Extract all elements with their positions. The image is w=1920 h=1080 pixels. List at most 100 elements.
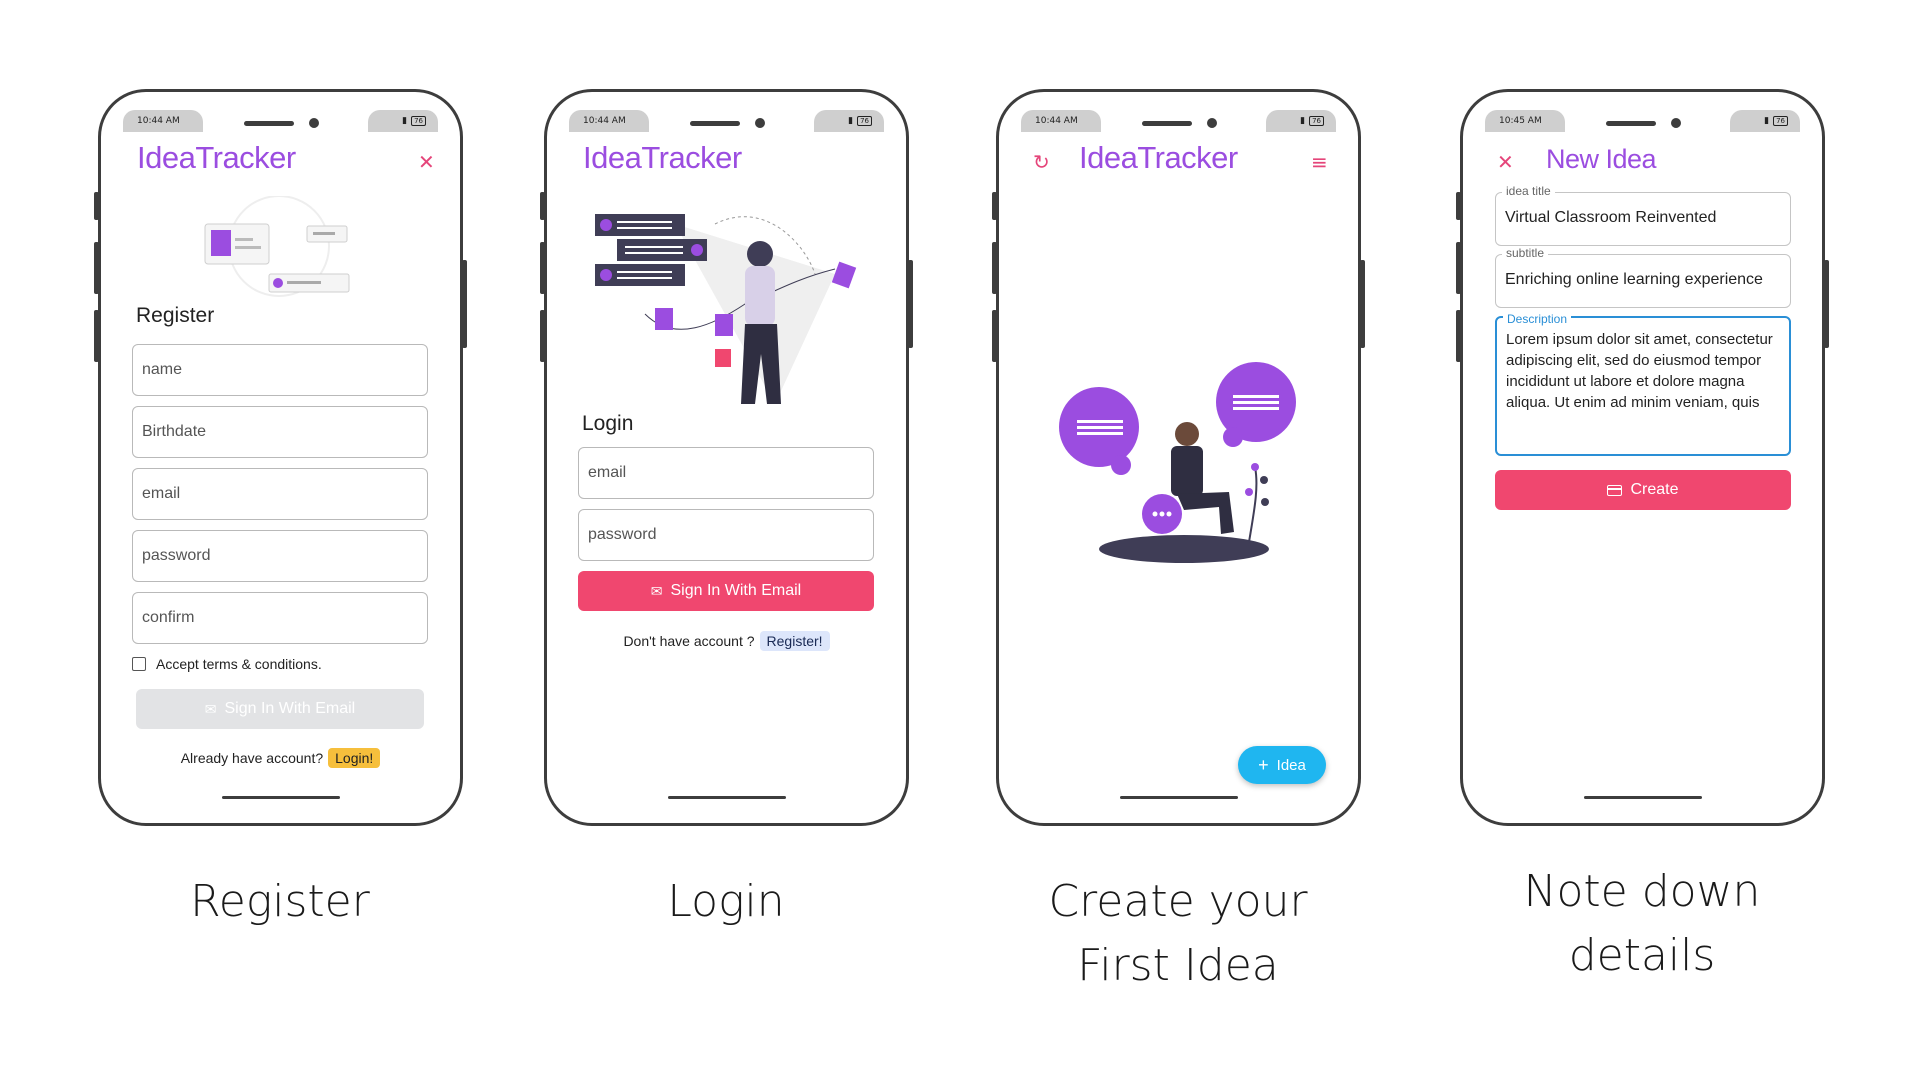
phone-login: 10:44 AM ▮ 76 IdeaTracker Login email pa… xyxy=(540,89,913,826)
card-icon xyxy=(1607,484,1623,496)
camera xyxy=(1670,118,1681,128)
signal-icon: ▮ xyxy=(1300,116,1306,126)
close-icon[interactable]: ✕ xyxy=(418,152,435,172)
description-value: Lorem ipsum dolor sit amet, consectetur … xyxy=(1506,331,1773,411)
subtitle-legend: subtitle xyxy=(1502,246,1549,260)
battery-icon: 76 xyxy=(411,116,426,126)
side-button xyxy=(462,260,467,348)
caption-create: Create your First Idea xyxy=(978,870,1378,998)
name-input[interactable]: name xyxy=(132,344,428,396)
confirm-input[interactable]: confirm xyxy=(132,592,428,644)
side-button xyxy=(992,192,997,220)
signal-icon: ▮ xyxy=(402,116,408,126)
sign-in-label: Sign In With Email xyxy=(224,700,356,717)
login-prompt: Already have account? Login! xyxy=(101,748,460,768)
home-indicator xyxy=(667,796,786,799)
status-time: 10:44 AM xyxy=(1021,110,1101,132)
speaker xyxy=(1605,121,1656,126)
app-title: IdeaTracker xyxy=(137,140,296,175)
sign-in-email-button-disabled[interactable]: ✉ Sign In With Email xyxy=(136,689,424,729)
close-icon[interactable]: ✕ xyxy=(1497,152,1514,172)
register-link[interactable]: Register! xyxy=(759,631,830,651)
password-input[interactable]: password xyxy=(578,509,874,561)
side-button xyxy=(908,260,913,348)
speaker xyxy=(243,121,294,126)
sign-in-email-button[interactable]: ✉ Sign In With Email xyxy=(578,571,874,611)
home-indicator xyxy=(221,796,340,799)
signal-icon: ▮ xyxy=(848,116,854,126)
create-button[interactable]: Create xyxy=(1495,470,1791,510)
mail-icon: ✉ xyxy=(204,700,217,717)
home-indicator xyxy=(1119,796,1238,799)
side-button xyxy=(540,310,545,362)
camera xyxy=(1206,118,1217,128)
caption-create-line2: First Idea xyxy=(1077,940,1279,991)
plus-icon: + xyxy=(1258,754,1269,775)
sign-in-label: Sign In With Email xyxy=(670,582,802,599)
status-icons: ▮ 76 xyxy=(1730,110,1800,132)
idea-title-value: Virtual Classroom Reinvented xyxy=(1505,209,1717,226)
login-heading: Login xyxy=(582,412,634,435)
refresh-icon[interactable]: ↻ xyxy=(1033,152,1050,172)
subtitle-value: Enriching online learning experience xyxy=(1505,271,1763,288)
side-button xyxy=(94,242,99,294)
have-account-text: Already have account? xyxy=(180,750,324,766)
email-input[interactable]: email xyxy=(578,447,874,499)
side-button xyxy=(1456,310,1461,362)
caption-create-line1: Create your xyxy=(1048,876,1308,927)
battery-icon: 76 xyxy=(857,116,872,126)
app-title: IdeaTracker xyxy=(1079,140,1238,175)
phone-home: 10:44 AM ▮ 76 ↻ IdeaTracker ≡ + Idea xyxy=(992,89,1365,826)
idea-title-legend: idea title xyxy=(1502,184,1555,198)
add-idea-fab[interactable]: + Idea xyxy=(1238,746,1326,784)
page-title: New Idea xyxy=(1546,144,1657,174)
fab-label: Idea xyxy=(1276,756,1306,774)
terms-checkbox[interactable] xyxy=(132,657,146,671)
side-button xyxy=(1456,192,1461,220)
birthdate-input[interactable]: Birthdate xyxy=(132,406,428,458)
side-button xyxy=(540,242,545,294)
status-time: 10:44 AM xyxy=(123,110,203,132)
battery-icon: 76 xyxy=(1773,116,1788,126)
side-button xyxy=(540,192,545,220)
idea-title-field[interactable]: idea title Virtual Classroom Reinvented xyxy=(1495,184,1791,246)
status-icons: ▮ 76 xyxy=(814,110,884,132)
password-input[interactable]: password xyxy=(132,530,428,582)
description-field[interactable]: Description Lorem ipsum dolor sit amet, … xyxy=(1495,309,1791,456)
terms-row: Accept terms & conditions. xyxy=(132,656,322,672)
signal-icon: ▮ xyxy=(1764,116,1770,126)
create-label: Create xyxy=(1630,481,1679,498)
empty-state-illustration xyxy=(1059,362,1296,563)
description-legend: Description xyxy=(1503,309,1572,330)
login-link[interactable]: Login! xyxy=(328,748,381,768)
app-title: IdeaTracker xyxy=(583,140,742,175)
email-input[interactable]: email xyxy=(132,468,428,520)
caption-login: Login xyxy=(667,876,785,927)
camera xyxy=(754,118,765,128)
register-illustration xyxy=(204,196,350,297)
battery-icon: 76 xyxy=(1309,116,1324,126)
caption-details-line1: Note down xyxy=(1523,866,1761,917)
no-account-text: Don't have account ? xyxy=(623,633,755,649)
speaker xyxy=(689,121,740,126)
terms-label: Accept terms & conditions. xyxy=(156,656,322,672)
status-icons: ▮ 76 xyxy=(1266,110,1336,132)
register-prompt: Don't have account ? Register! xyxy=(547,631,906,651)
camera xyxy=(308,118,319,128)
side-button xyxy=(992,310,997,362)
menu-icon[interactable]: ≡ xyxy=(1311,152,1328,172)
status-time: 10:44 AM xyxy=(569,110,649,132)
side-button xyxy=(1824,260,1829,348)
side-button xyxy=(94,310,99,362)
mail-icon: ✉ xyxy=(650,582,663,599)
caption-register: Register xyxy=(190,876,370,927)
login-illustration xyxy=(595,214,857,404)
phone-new-idea: 10:45 AM ▮ 76 ✕ New Idea idea title Virt… xyxy=(1456,89,1829,826)
home-indicator xyxy=(1583,796,1702,799)
status-time: 10:45 AM xyxy=(1485,110,1565,132)
speaker xyxy=(1141,121,1192,126)
side-button xyxy=(1456,242,1461,294)
side-button xyxy=(992,242,997,294)
caption-details: Note down details xyxy=(1442,860,1842,988)
subtitle-field[interactable]: subtitle Enriching online learning exper… xyxy=(1495,246,1791,308)
